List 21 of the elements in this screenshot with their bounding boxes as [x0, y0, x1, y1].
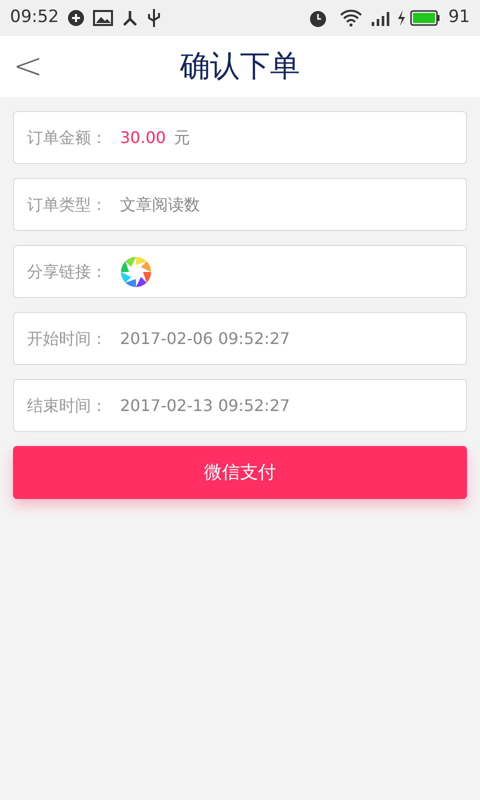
field-label: 订单类型： — [27, 194, 108, 216]
charging-icon — [396, 9, 406, 27]
wechat-pay-button[interactable]: 微信支付 — [13, 446, 467, 499]
field-label: 分享链接： — [27, 260, 108, 282]
currency-unit: 元 — [174, 126, 190, 148]
back-button[interactable]: < — [0, 36, 56, 97]
amount-value: 30.00 — [120, 126, 166, 148]
battery-icon — [410, 10, 440, 26]
status-time: 09:52 — [10, 6, 59, 30]
usb-icon — [147, 8, 161, 28]
aperture-logo-icon — [120, 256, 152, 288]
field-label: 结束时间： — [27, 394, 108, 416]
field-label: 订单金额： — [27, 126, 108, 148]
field-value: 2017-02-13 09:52:27 — [120, 394, 290, 416]
field-value: 文章阅读数 — [120, 194, 200, 216]
field-value: 2017-02-06 09:52:27 — [120, 328, 290, 350]
image-icon — [93, 10, 113, 26]
field-label: 开始时间： — [27, 328, 108, 350]
page-title: 确认下单 — [180, 48, 300, 86]
wifi-icon — [340, 9, 362, 27]
battery-percent: 91 — [448, 6, 470, 30]
